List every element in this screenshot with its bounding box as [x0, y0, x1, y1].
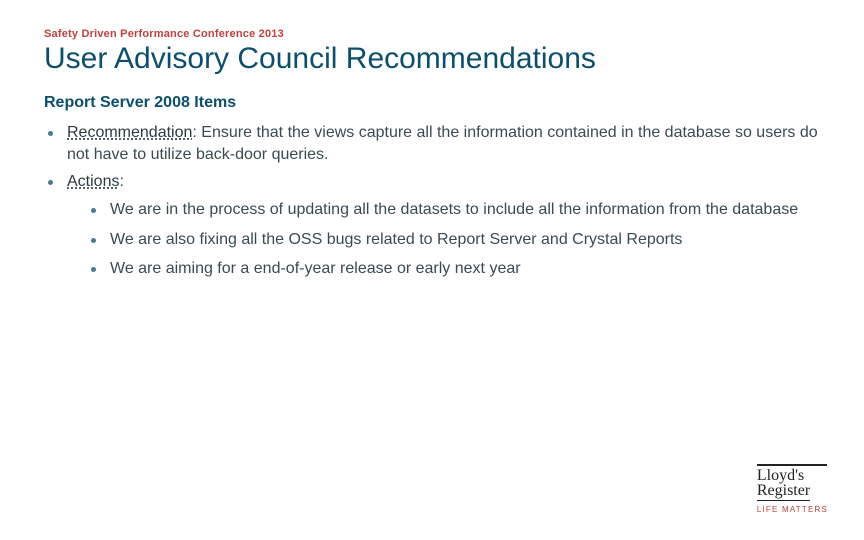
bullet-icon	[48, 180, 53, 185]
main-bullet-list: Recommendation: Ensure that the views ca…	[44, 122, 820, 288]
logo-tagline: LIFE MATTERS	[757, 505, 828, 514]
logo-text: Lloyd's Register	[757, 468, 828, 501]
bullet-icon	[91, 208, 96, 213]
list-item: We are in the process of updating all th…	[91, 199, 820, 221]
sub-item-text: We are also fixing all the OSS bugs rela…	[110, 229, 820, 251]
item-text: :	[119, 173, 123, 190]
conference-label: Safety Driven Performance Conference 201…	[44, 28, 820, 40]
section-subtitle: Report Server 2008 Items	[44, 94, 820, 112]
sub-item-text: We are in the process of updating all th…	[110, 199, 820, 221]
sub-bullet-list: We are in the process of updating all th…	[67, 199, 820, 280]
item-label: Recommendation	[67, 124, 192, 141]
logo-line1: Lloyd's	[757, 468, 828, 483]
list-item: Recommendation: Ensure that the views ca…	[48, 122, 820, 167]
page-title: User Advisory Council Recommendations	[44, 42, 820, 76]
bullet-icon	[91, 238, 96, 243]
sub-item-text: We are aiming for a end-of-year release …	[110, 258, 820, 280]
bullet-icon	[91, 267, 96, 272]
bullet-icon	[48, 131, 53, 136]
list-item: We are also fixing all the OSS bugs rela…	[91, 229, 820, 251]
logo-rule-icon	[757, 464, 827, 466]
list-item: We are aiming for a end-of-year release …	[91, 258, 820, 280]
logo: Lloyd's Register LIFE MATTERS	[757, 464, 828, 514]
logo-line2: Register	[757, 483, 810, 501]
item-label: Actions	[67, 173, 119, 190]
list-item: Actions: We are in the process of updati…	[48, 171, 820, 288]
